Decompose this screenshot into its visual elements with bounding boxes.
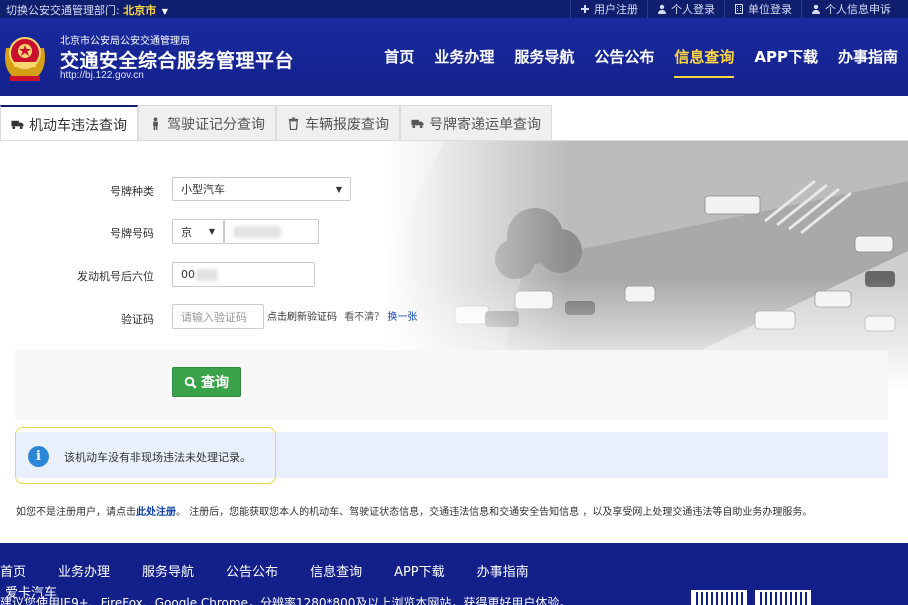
top-links: 用户注册 个人登录 单位登录 个人信息申诉 xyxy=(570,0,900,18)
engine-number-value: 00 xyxy=(181,268,195,281)
captcha-refresh-hint[interactable]: 点击刷新验证码 xyxy=(267,312,337,323)
tab-vehicle-scrap-label: 车辆报废查询 xyxy=(305,116,389,133)
tab-vehicle-violation-label: 机动车违法查询 xyxy=(29,117,127,134)
current-city[interactable]: 北京市 xyxy=(123,4,156,17)
engine-number-input[interactable]: 00 xyxy=(172,262,315,287)
register-notice: 如您不是注册用户，请点击此处注册。 注册后，您能获取您本人的机动车、驾驶证状态信… xyxy=(16,503,812,518)
captcha-placeholder: 请输入验证码 xyxy=(181,310,247,324)
tab-vehicle-scrap[interactable]: 车辆报废查询 xyxy=(276,105,400,141)
nav-announcements[interactable]: 公告公布 xyxy=(584,18,664,96)
nav-home[interactable]: 首页 xyxy=(374,18,424,96)
browser-tip: 建议您使用IE9+、FireFox、Google Chrome，分辨率1280*… xyxy=(0,596,572,605)
plate-type-value: 小型汽车 xyxy=(181,183,225,196)
footer-nav-guide[interactable]: 办事指南 xyxy=(477,561,529,580)
truck-icon xyxy=(411,119,424,129)
nav-info-query[interactable]: 信息查询 xyxy=(664,18,744,96)
nav-guide[interactable]: 办事指南 xyxy=(828,18,908,96)
tab-plate-shipping[interactable]: 号牌寄递运单查询 xyxy=(400,105,552,141)
change-captcha-link[interactable]: 换一张 xyxy=(387,312,417,323)
personal-login-link[interactable]: 个人登录 xyxy=(647,0,724,18)
captcha-hint: 点击刷新验证码 看不清？ 换一张 xyxy=(267,308,417,323)
unclear-text: 看不清？ xyxy=(344,312,385,323)
footer-nav-home[interactable]: 首页 xyxy=(0,561,26,580)
appeal-label: 个人信息申诉 xyxy=(825,3,891,16)
notice-prefix: 如您不是注册用户，请点击 xyxy=(16,507,136,518)
plate-number-input[interactable] xyxy=(224,219,319,244)
unit-login-link[interactable]: 单位登录 xyxy=(724,0,801,18)
search-button-label: 查询 xyxy=(201,375,229,391)
site-footer: 首页 业务办理 服务导航 公告公布 信息查询 APP下载 办事指南 建议您使用I… xyxy=(0,543,908,605)
personal-login-label: 个人登录 xyxy=(671,3,715,16)
person-icon xyxy=(153,117,158,130)
user-icon xyxy=(812,4,820,14)
site-title: 交通安全综合服务管理平台 xyxy=(60,50,295,72)
caret-down-icon[interactable]: ▼ xyxy=(162,7,168,16)
site-header: 北京市公安局公安交通管理局 交通安全综合服务管理平台 http://bj.122… xyxy=(0,18,908,96)
dropdown-arrow-icon: ▼ xyxy=(208,227,215,236)
register-here-link[interactable]: 此处注册 xyxy=(136,507,176,518)
tab-plate-shipping-label: 号牌寄递运单查询 xyxy=(429,116,541,133)
unit-login-label: 单位登录 xyxy=(748,3,792,16)
main-nav: 首页 业务办理 服务导航 公告公布 信息查询 APP下载 办事指南 xyxy=(374,18,908,96)
redacted-engine xyxy=(196,268,218,281)
query-tabs: 机动车违法查询 驾驶证记分查询 车辆报废查询 号牌寄递运单查询 xyxy=(0,105,552,142)
alert-message: 该机动车没有非现场违法未处理记录。 xyxy=(64,451,251,464)
nav-business[interactable]: 业务办理 xyxy=(424,18,504,96)
qr-code-icon xyxy=(755,590,811,605)
police-emblem-icon xyxy=(5,37,45,81)
top-bar: 切换公安交通管理部门: 北京市 ▼ 用户注册 个人登录 单位登录 个人信息申诉 xyxy=(0,0,908,18)
captcha-label: 验证码 xyxy=(121,313,154,326)
appeal-link[interactable]: 个人信息申诉 xyxy=(801,0,900,18)
plate-number-label: 号牌号码 xyxy=(110,227,154,240)
tab-license-points[interactable]: 驾驶证记分查询 xyxy=(138,105,276,141)
site-url: http://bj.122.gov.cn xyxy=(60,70,144,81)
button-row xyxy=(15,350,888,420)
footer-nav-business[interactable]: 业务办理 xyxy=(58,561,110,580)
search-button[interactable]: 查询 xyxy=(172,367,241,397)
department-switch-label: 切换公安交通管理部门: xyxy=(6,4,120,17)
dropdown-arrow-icon: ▼ xyxy=(335,184,342,194)
footer-nav-info-query[interactable]: 信息查询 xyxy=(310,561,362,580)
register-label: 用户注册 xyxy=(594,3,638,16)
footer-nav-announcements[interactable]: 公告公布 xyxy=(226,561,278,580)
plate-prefix-value: 京 xyxy=(181,225,192,239)
plate-type-select[interactable]: 小型汽车 ▼ xyxy=(172,177,351,201)
qr-code-icon xyxy=(691,590,747,605)
building-icon xyxy=(735,4,743,14)
footer-nav-app-download[interactable]: APP下载 xyxy=(394,561,445,580)
notice-suffix: 。 注册后，您能获取您本人的机动车、驾驶证状态信息，交通违法信息和交通安全告知信… xyxy=(176,507,813,518)
register-link[interactable]: 用户注册 xyxy=(570,0,647,18)
tab-license-points-label: 驾驶证记分查询 xyxy=(167,116,265,133)
nav-service-guide[interactable]: 服务导航 xyxy=(504,18,584,96)
plate-type-label: 号牌种类 xyxy=(110,185,154,198)
department-switch[interactable]: 切换公安交通管理部门: 北京市 ▼ xyxy=(6,2,168,18)
user-icon xyxy=(658,4,666,14)
trash-icon xyxy=(288,117,299,130)
watermark-brand: 爱卡汽车 xyxy=(5,586,58,601)
plate-prefix-select[interactable]: 京 ▼ xyxy=(172,219,224,244)
redacted-plate xyxy=(233,225,281,238)
plus-icon xyxy=(581,5,589,13)
org-subtitle: 北京市公安局公安交通管理局 xyxy=(60,36,190,47)
captcha-input[interactable]: 请输入验证码 xyxy=(172,304,264,329)
search-icon xyxy=(184,376,197,389)
footer-nav: 首页 业务办理 服务导航 公告公布 信息查询 APP下载 办事指南 xyxy=(0,561,561,580)
tab-vehicle-violation[interactable]: 机动车违法查询 xyxy=(0,105,138,142)
nav-app-download[interactable]: APP下载 xyxy=(744,18,828,96)
truck-icon xyxy=(11,120,24,130)
engine-number-label: 发动机号后六位 xyxy=(77,270,154,283)
info-icon: i xyxy=(28,446,49,467)
footer-nav-service-guide[interactable]: 服务导航 xyxy=(142,561,194,580)
